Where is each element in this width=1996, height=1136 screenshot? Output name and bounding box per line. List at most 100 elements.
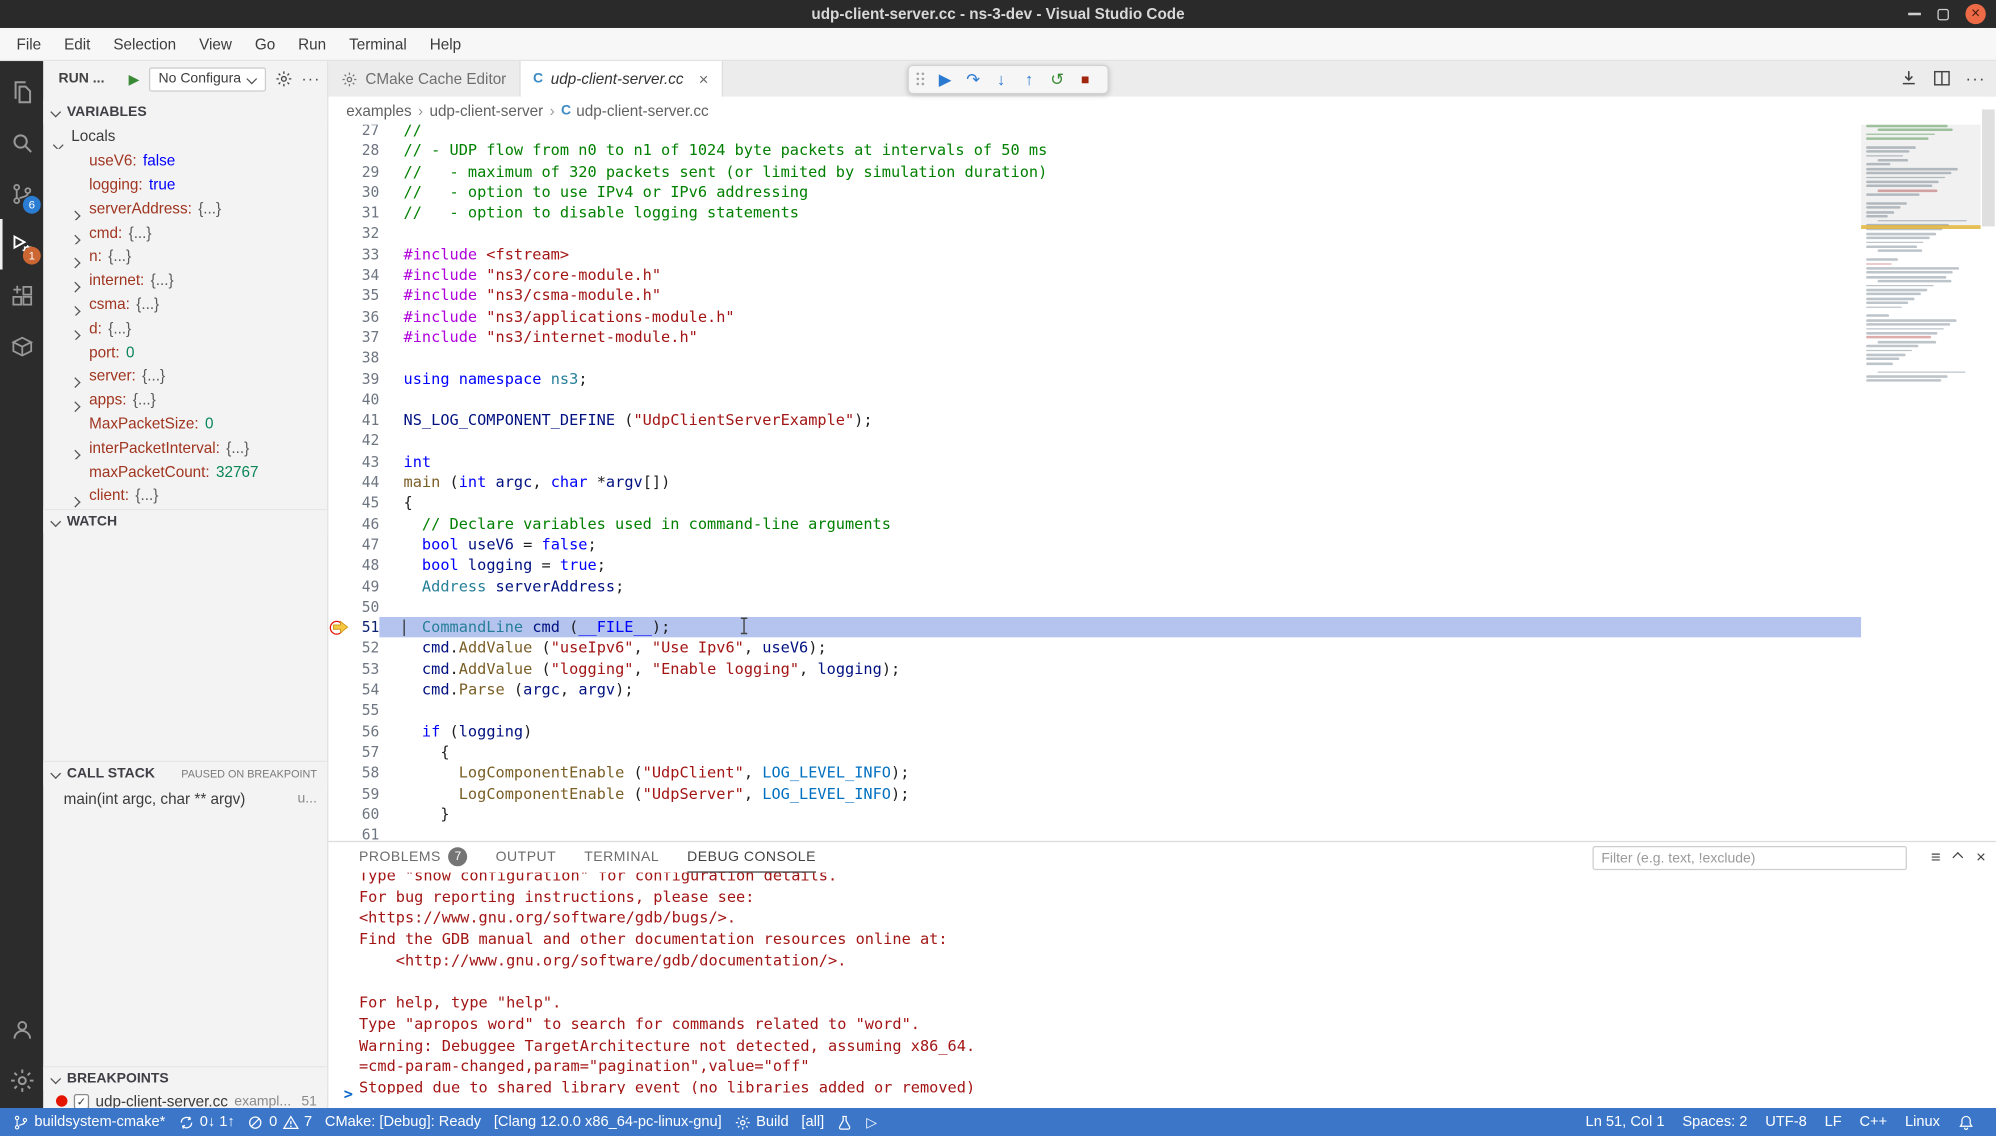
variable-usev6[interactable]: useV6:false: [43, 149, 327, 173]
gutter[interactable]: [328, 638, 351, 659]
gutter[interactable]: [328, 306, 351, 327]
debug-gear-icon[interactable]: [275, 70, 293, 88]
problems[interactable]: 07: [241, 1108, 318, 1136]
code-line-61[interactable]: 61: [328, 824, 1861, 840]
code-line-60[interactable]: 60 }: [328, 804, 1861, 825]
gutter[interactable]: [328, 348, 351, 369]
minimize-icon[interactable]: [1908, 13, 1921, 16]
code-line-35[interactable]: 35#include "ns3/csma-module.h": [328, 285, 1861, 306]
variable-csma[interactable]: csma:{...}: [43, 292, 327, 316]
code-line-48[interactable]: 48 bool logging = true;: [328, 555, 1861, 576]
panel-options-icon[interactable]: ≡: [1931, 847, 1941, 866]
activity-run-and-debug[interactable]: 1: [0, 219, 43, 270]
cmake-test[interactable]: [831, 1108, 860, 1136]
sync-changes[interactable]: 0↓ 1↑: [172, 1108, 241, 1136]
menu-help[interactable]: Help: [418, 31, 472, 56]
activity-source-control[interactable]: 6: [0, 168, 43, 219]
code-line-55[interactable]: 55: [328, 700, 1861, 721]
code-line-47[interactable]: 47 bool useV6 = false;: [328, 534, 1861, 555]
gutter[interactable]: [328, 659, 351, 680]
breadcrumb-item-examples[interactable]: examples: [346, 102, 411, 120]
scrollbar-thumb[interactable]: [1982, 109, 1995, 226]
os-indicator[interactable]: Linux: [1896, 1108, 1949, 1136]
step-over-button[interactable]: ↷: [961, 69, 985, 89]
code-line-38[interactable]: 38: [328, 348, 1861, 369]
language-mode[interactable]: C++: [1851, 1108, 1897, 1136]
close-panel-icon[interactable]: ×: [1976, 847, 1986, 866]
debug-current-line-gutter[interactable]: [328, 617, 351, 638]
variables-section-header[interactable]: VARIABLES: [43, 99, 327, 123]
cmake-launch[interactable]: ▷: [860, 1108, 884, 1136]
call-stack-section-header[interactable]: CALL STACK PAUSED ON BREAKPOINT: [43, 761, 327, 785]
gutter[interactable]: [328, 824, 351, 840]
cmake-target[interactable]: [all]: [795, 1108, 831, 1136]
code-line-53[interactable]: 53 cmd.AddValue ("logging", "Enable logg…: [328, 659, 1861, 680]
drag-handle-icon[interactable]: [915, 73, 925, 87]
code-line-37[interactable]: 37#include "ns3/internet-module.h": [328, 327, 1861, 348]
breadcrumb-item-udp-client-server[interactable]: udp-client-server: [429, 102, 543, 120]
split-editor-icon[interactable]: [1932, 69, 1951, 88]
cmake-build[interactable]: Build: [728, 1108, 795, 1136]
gutter[interactable]: [328, 472, 351, 493]
maximize-panel-icon[interactable]: [1953, 851, 1964, 862]
editor-scrollbar[interactable]: [1981, 97, 1996, 841]
panel-tab-debug-console[interactable]: DEBUG CONSOLE: [687, 842, 816, 873]
panel-tab-terminal[interactable]: TERMINAL: [584, 842, 659, 873]
variable-client[interactable]: client:{...}: [43, 483, 327, 507]
step-into-button[interactable]: ↓: [989, 70, 1013, 89]
variable-serveraddress[interactable]: serverAddress:{...}: [43, 196, 327, 220]
activity-accounts[interactable]: [0, 1004, 43, 1055]
gutter[interactable]: [328, 182, 351, 203]
stop-button[interactable]: ■: [1073, 72, 1097, 87]
gutter[interactable]: [328, 555, 351, 576]
watch-section-header[interactable]: WATCH: [43, 509, 327, 533]
gutter[interactable]: [328, 265, 351, 286]
panel-tab-problems[interactable]: PROBLEMS7: [359, 842, 468, 873]
code-line-39[interactable]: 39using namespace ns3;: [328, 368, 1861, 389]
menu-edit[interactable]: Edit: [53, 31, 102, 56]
step-out-button[interactable]: ↑: [1017, 70, 1041, 89]
code-line-30[interactable]: 30// - option to use IPv4 or IPv6 addres…: [328, 182, 1861, 203]
continue-button[interactable]: ▶: [933, 69, 957, 89]
code-line-44[interactable]: 44main (int argc, char *argv[]): [328, 472, 1861, 493]
indentation[interactable]: Spaces: 2: [1673, 1108, 1756, 1136]
maximize-icon[interactable]: [1937, 8, 1948, 19]
tab-udp-client-server-cc[interactable]: Cudp-client-server.cc×: [520, 61, 722, 97]
code-line-50[interactable]: 50: [328, 596, 1861, 617]
eol[interactable]: LF: [1816, 1108, 1851, 1136]
close-icon[interactable]: ×: [1965, 4, 1985, 24]
code-line-58[interactable]: 58 LogComponentEnable ("UdpClient", LOG_…: [328, 762, 1861, 783]
gutter[interactable]: [328, 742, 351, 763]
gutter[interactable]: [328, 721, 351, 742]
encoding[interactable]: UTF-8: [1756, 1108, 1815, 1136]
gutter[interactable]: [328, 244, 351, 265]
gutter[interactable]: [328, 161, 351, 182]
gutter[interactable]: [328, 223, 351, 244]
variable-logging[interactable]: logging:true: [43, 172, 327, 196]
activity-cmake-tools[interactable]: [0, 321, 43, 372]
menu-run[interactable]: Run: [287, 31, 338, 56]
code-line-42[interactable]: 42: [328, 431, 1861, 452]
cursor-position[interactable]: Ln 51, Col 1: [1577, 1108, 1674, 1136]
variable-internet[interactable]: internet:{...}: [43, 268, 327, 292]
code-line-51[interactable]: 51 CommandLine cmd (__FILE__);: [328, 617, 1861, 638]
menu-view[interactable]: View: [188, 31, 244, 56]
gutter[interactable]: [328, 389, 351, 410]
variable-maxpacketsize[interactable]: MaxPacketSize:0: [43, 412, 327, 436]
cmake-kit[interactable]: [Clang 12.0.0 x86_64-pc-linux-gnu]: [487, 1108, 728, 1136]
variable-port[interactable]: port:0: [43, 340, 327, 364]
variables-scope-locals[interactable]: Locals: [43, 125, 327, 149]
download-icon[interactable]: [1899, 69, 1918, 88]
code-line-46[interactable]: 46 // Declare variables used in command-…: [328, 513, 1861, 534]
variable-cmd[interactable]: cmd:{...}: [43, 220, 327, 244]
more-actions-icon[interactable]: ···: [1965, 69, 1985, 88]
gutter[interactable]: [328, 285, 351, 306]
code-line-34[interactable]: 34#include "ns3/core-module.h": [328, 265, 1861, 286]
call-stack-frame[interactable]: main(int argc, char ** argv) u...: [43, 786, 327, 810]
code-line-45[interactable]: 45{: [328, 493, 1861, 514]
gutter[interactable]: [328, 203, 351, 224]
variable-d[interactable]: d:{...}: [43, 316, 327, 340]
gutter[interactable]: [328, 534, 351, 555]
code-line-40[interactable]: 40: [328, 389, 1861, 410]
code-line-32[interactable]: 32: [328, 223, 1861, 244]
